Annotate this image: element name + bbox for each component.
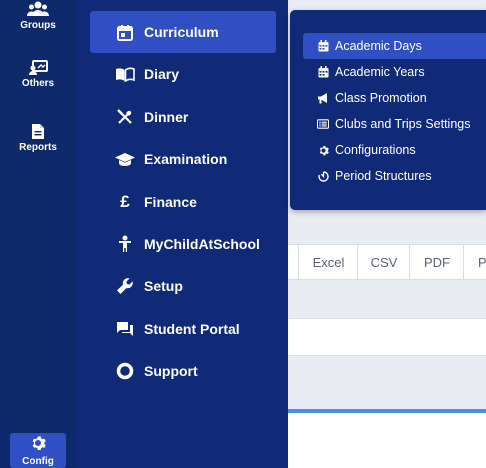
menu-item-support[interactable]: Support bbox=[90, 350, 276, 392]
reports-nav-item[interactable]: Reports bbox=[0, 123, 76, 153]
menu-label-student-portal: Student Portal bbox=[144, 321, 240, 337]
menu-item-diary[interactable]: Diary bbox=[90, 53, 276, 95]
wrench-icon bbox=[114, 275, 136, 297]
menu-item-mychildatschool[interactable]: MyChildAtSchool bbox=[90, 223, 276, 265]
chat-icon bbox=[114, 318, 136, 340]
menu-item-dinner[interactable]: Dinner bbox=[90, 96, 276, 138]
reports-icon bbox=[0, 123, 76, 140]
menu-label-finance: Finance bbox=[144, 194, 197, 210]
accent-line bbox=[288, 409, 486, 413]
calendar-icon bbox=[317, 40, 329, 52]
menu-label-setup: Setup bbox=[144, 278, 183, 294]
menu-item-setup[interactable]: Setup bbox=[90, 265, 276, 307]
config-nav-item[interactable]: Config bbox=[10, 433, 66, 468]
list-icon bbox=[317, 118, 329, 130]
submenu-item-period-structures[interactable]: Period Structures bbox=[303, 163, 486, 189]
others-nav-item[interactable]: Others bbox=[0, 60, 76, 89]
submenu-item-configurations[interactable]: Configurations bbox=[303, 137, 486, 163]
others-label: Others bbox=[21, 78, 55, 89]
curriculum-submenu: Academic Days Academic Years Class Promo… bbox=[290, 10, 486, 210]
submenu-label: Clubs and Trips Settings bbox=[335, 117, 471, 131]
graduation-cap-icon bbox=[114, 148, 136, 170]
submenu-label: Period Structures bbox=[335, 169, 432, 183]
main-menu: Curriculum Diary Dinner Examination £ Fi… bbox=[76, 0, 288, 468]
groups-icon bbox=[0, 0, 76, 18]
submenu-item-clubs-and-trips-settings[interactable]: Clubs and Trips Settings bbox=[303, 111, 486, 137]
csv-button[interactable]: CSV bbox=[357, 245, 410, 279]
export-toolbar: Excel CSV PDF P bbox=[288, 244, 486, 280]
menu-label-examination: Examination bbox=[144, 151, 228, 167]
config-label: Config bbox=[22, 456, 54, 467]
book-icon bbox=[114, 63, 136, 85]
excel-button[interactable]: Excel bbox=[298, 245, 358, 279]
table-row bbox=[288, 318, 486, 356]
calendar-icon bbox=[317, 66, 329, 78]
submenu-item-class-promotion[interactable]: Class Promotion bbox=[303, 85, 486, 111]
menu-item-curriculum[interactable]: Curriculum bbox=[90, 11, 276, 53]
table-row bbox=[288, 413, 486, 468]
icon-sidebar: Groups Others Reports Config bbox=[0, 0, 76, 468]
submenu-item-academic-years[interactable]: Academic Years bbox=[303, 59, 486, 85]
groups-label: Groups bbox=[20, 20, 56, 31]
submenu-item-academic-days[interactable]: Academic Days bbox=[303, 33, 486, 59]
timer-icon bbox=[317, 170, 329, 182]
menu-label-dinner: Dinner bbox=[144, 109, 189, 125]
menu-item-student-portal[interactable]: Student Portal bbox=[90, 308, 276, 350]
megaphone-icon bbox=[317, 92, 329, 104]
submenu-label: Academic Days bbox=[335, 39, 422, 53]
submenu-label: Academic Years bbox=[335, 65, 425, 79]
calendar-icon bbox=[114, 21, 136, 43]
submenu-label: Configurations bbox=[335, 143, 416, 157]
menu-item-examination[interactable]: Examination bbox=[90, 138, 276, 180]
groups-nav-item[interactable]: Groups bbox=[0, 0, 76, 31]
ring-icon bbox=[114, 360, 136, 382]
menu-label-mychildatschool: MyChildAtSchool bbox=[144, 236, 260, 252]
submenu-label: Class Promotion bbox=[335, 91, 427, 105]
pdf-button[interactable]: PDF bbox=[409, 245, 464, 279]
print-button[interactable]: P bbox=[463, 245, 486, 279]
child-icon bbox=[114, 233, 136, 255]
menu-label-support: Support bbox=[144, 363, 198, 379]
menu-label-diary: Diary bbox=[144, 66, 180, 82]
gear-icon bbox=[317, 144, 329, 156]
pound-icon: £ bbox=[120, 192, 130, 211]
menu-label-curriculum: Curriculum bbox=[144, 24, 219, 40]
utensils-icon bbox=[114, 106, 136, 128]
others-icon bbox=[0, 60, 76, 76]
menu-item-finance[interactable]: £ Finance bbox=[90, 181, 276, 223]
gear-icon bbox=[10, 433, 66, 456]
reports-label: Reports bbox=[19, 142, 57, 153]
